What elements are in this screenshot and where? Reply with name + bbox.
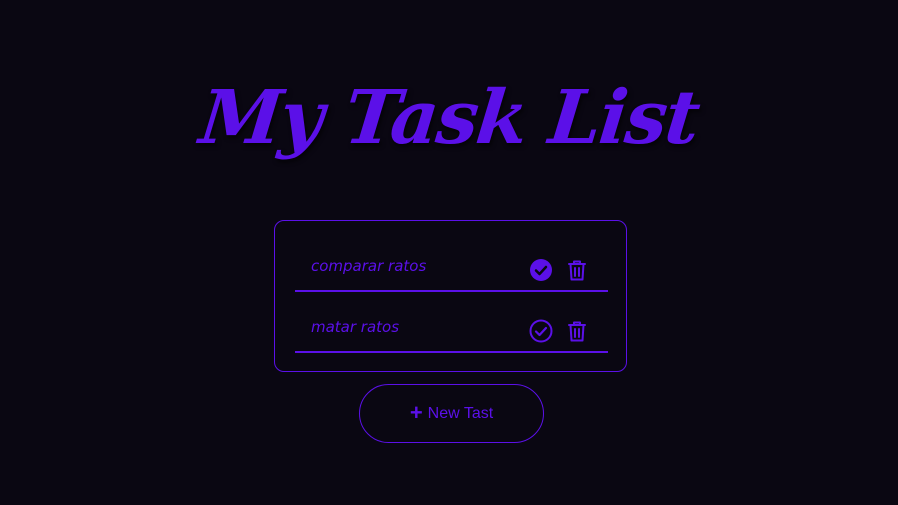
- task-item: comparar ratos: [295, 248, 608, 292]
- task-list: comparar ratos matar ratos: [274, 220, 627, 372]
- trash-icon[interactable]: [565, 319, 589, 343]
- task-text: matar ratos: [311, 318, 400, 336]
- check-circle-filled-icon[interactable]: [529, 258, 553, 282]
- new-task-button[interactable]: + New Tast: [359, 384, 544, 443]
- page-title: My Task List: [195, 75, 703, 161]
- plus-icon: +: [409, 399, 423, 425]
- new-task-label: New Tast: [427, 404, 494, 422]
- task-text: comparar ratos: [311, 257, 427, 275]
- check-circle-outline-icon[interactable]: [529, 319, 553, 343]
- task-item: matar ratos: [295, 309, 608, 353]
- trash-icon[interactable]: [565, 258, 589, 282]
